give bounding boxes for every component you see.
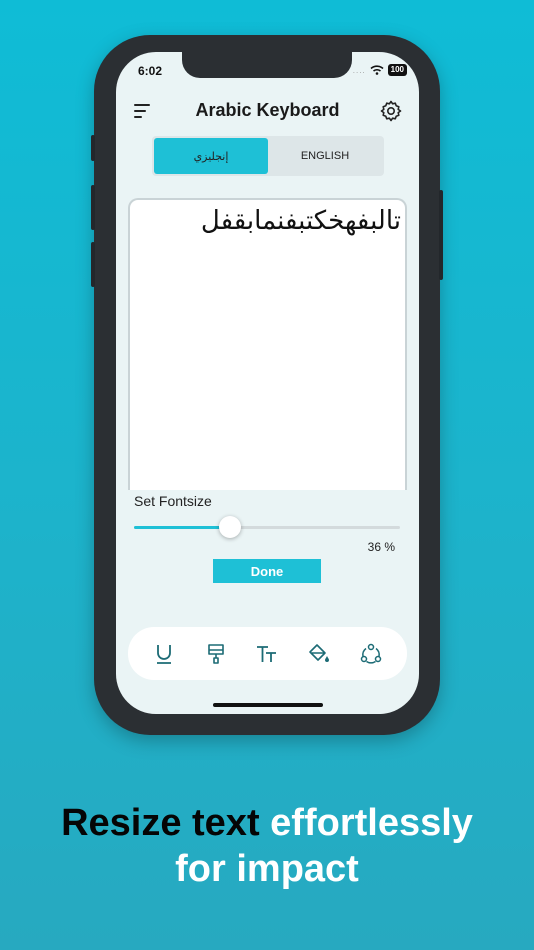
english-language-button[interactable]: ENGLISH [268, 138, 382, 174]
side-button-power [439, 190, 443, 280]
underline-icon[interactable] [152, 642, 176, 666]
font-size-icon[interactable] [255, 642, 279, 666]
status-icons: .... 100 [353, 64, 407, 76]
share-icon[interactable] [359, 642, 383, 666]
marketing-caption: Resize text effortlessly for impact [0, 800, 534, 892]
arabic-language-button[interactable]: إنجليزي [154, 138, 268, 174]
fontsize-label: Set Fontsize [134, 493, 212, 509]
caption-part1: Resize text [61, 802, 260, 844]
fontsize-slider[interactable] [134, 516, 400, 538]
side-button-mute [91, 135, 95, 161]
fontsize-panel: Set Fontsize 36 % Done [116, 490, 419, 630]
slider-fill [134, 526, 230, 529]
format-toolbar [128, 627, 407, 680]
home-indicator [213, 703, 323, 707]
signal-icon: .... [352, 65, 366, 75]
gear-icon[interactable] [379, 99, 403, 123]
language-toggle: إنجليزي ENGLISH [152, 136, 384, 176]
done-button[interactable]: Done [213, 559, 321, 583]
slider-thumb[interactable] [219, 516, 241, 538]
fontsize-percent: 36 % [367, 540, 395, 554]
paint-bucket-icon[interactable] [307, 642, 331, 666]
brush-icon[interactable] [204, 642, 228, 666]
page-title: Arabic Keyboard [195, 100, 340, 120]
battery-icon: 100 [387, 64, 407, 76]
caption-part2: effortlessly [270, 802, 473, 844]
editor-text: تالبفهخكتبفنمابقفل [200, 206, 401, 236]
status-time: 6:02 [138, 64, 163, 78]
side-button-volume-up [91, 185, 95, 230]
phone-screen: 6:02 .... 100 Arabic Keyboard إنجليزي EN… [116, 52, 419, 714]
text-editor[interactable]: تالبفهخكتبفنمابقفل [128, 198, 407, 498]
caption-line2: for impact [175, 848, 359, 890]
notch [182, 52, 352, 78]
app-header: Arabic Keyboard [116, 96, 419, 130]
side-button-volume-down [91, 242, 95, 287]
wifi-icon [370, 65, 384, 75]
